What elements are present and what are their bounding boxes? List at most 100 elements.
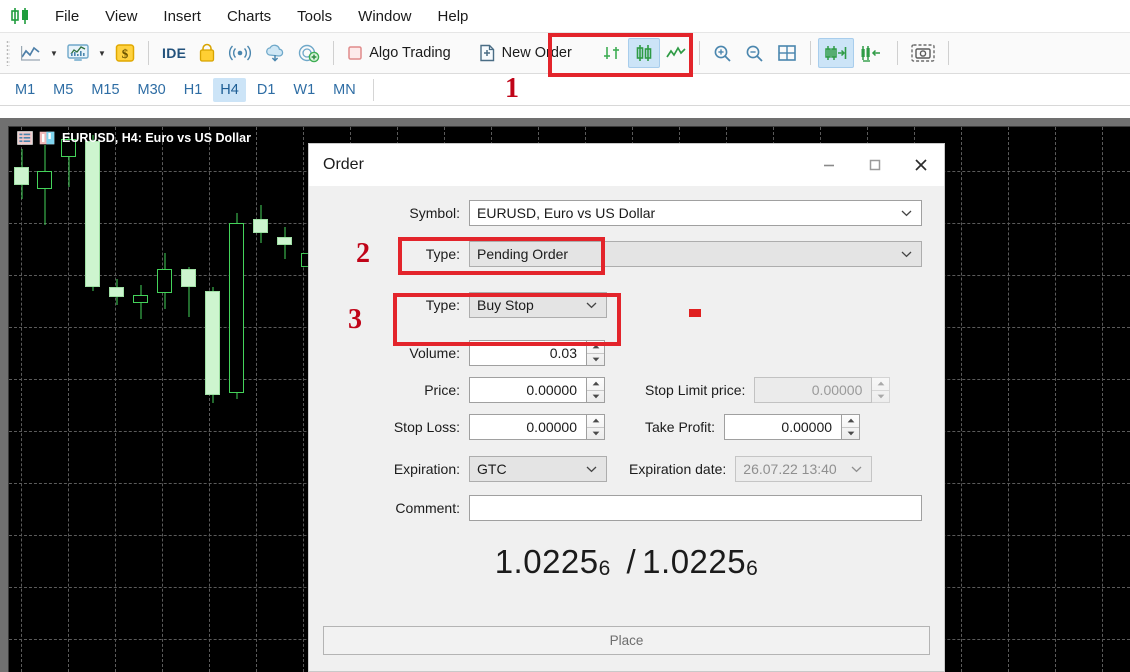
dollar-icon[interactable]: $ (109, 38, 141, 68)
toolbar-separator-1 (148, 41, 149, 65)
chart-monitor-icon[interactable] (61, 38, 95, 68)
place-button[interactable]: Place (323, 626, 930, 655)
maximize-button[interactable] (852, 144, 898, 186)
comment-input[interactable] (469, 495, 922, 521)
stop-loss-step-down[interactable] (587, 428, 604, 440)
take-profit-stepper[interactable] (842, 414, 861, 440)
volume-step-up[interactable] (587, 341, 604, 354)
candle-body (229, 223, 244, 393)
order-dialog[interactable]: Order Symbol: EURUSD, Euro vs US Dollar (308, 143, 945, 672)
screenshot-icon[interactable] (905, 38, 941, 68)
timeframe-w1[interactable]: W1 (286, 78, 322, 102)
take-profit-input[interactable]: 0.00000 (724, 414, 843, 440)
cloud-download-icon[interactable] (258, 38, 292, 68)
timeframe-mn[interactable]: MN (326, 78, 363, 102)
timeframe-m5[interactable]: M5 (46, 78, 80, 102)
chart-tab-title: EURUSD, H4: Euro vs US Dollar (62, 131, 251, 145)
bid-price: 1.0225 (494, 543, 599, 580)
chart-tab[interactable]: EURUSD, H4: Euro vs US Dollar (9, 127, 259, 149)
stop-loss-input[interactable]: 0.00000 (469, 414, 587, 440)
menu-help[interactable]: Help (425, 5, 482, 28)
bid-price-last-digit: 6 (598, 557, 611, 580)
shift-end-icon[interactable] (817, 38, 854, 68)
price-stepper[interactable] (587, 377, 605, 403)
chevron-down-icon-type-main (898, 250, 914, 258)
zoom-out-icon[interactable] (739, 38, 771, 68)
toolbar-grip[interactable] (6, 40, 10, 66)
stop-limit-step-up[interactable] (872, 378, 890, 391)
candlestick (14, 149, 29, 199)
symbol-select[interactable]: EURUSD, Euro vs US Dollar (469, 200, 922, 226)
volume-step-down[interactable] (587, 354, 604, 366)
menu-tools[interactable]: Tools (284, 5, 345, 28)
expiration-date-input[interactable]: 26.07.22 13:40 (735, 456, 873, 482)
price-step-down[interactable] (587, 391, 604, 403)
timeframe-m1[interactable]: M1 (8, 78, 42, 102)
timeframe-m15[interactable]: M15 (84, 78, 126, 102)
volume-stepper[interactable] (587, 340, 605, 366)
timeframe-d1[interactable]: D1 (250, 78, 283, 102)
candlestick (253, 205, 268, 243)
vps-add-icon[interactable] (292, 38, 326, 68)
new-order-button[interactable]: New Order (473, 38, 584, 68)
candle-body (205, 291, 220, 395)
candlestick (229, 213, 244, 399)
timeframe-h4[interactable]: H4 (213, 77, 246, 102)
candlestick-icon[interactable] (627, 38, 660, 68)
grid-line-vertical (162, 127, 163, 672)
menu-file[interactable]: File (42, 5, 92, 28)
crosshair-icon[interactable] (596, 38, 628, 68)
volume-value: 0.03 (549, 345, 577, 361)
take-profit-step-up[interactable] (842, 415, 860, 428)
grid-line-vertical (68, 127, 69, 672)
zoom-in-icon[interactable] (707, 38, 739, 68)
line-mode-icon[interactable] (660, 38, 692, 68)
data-window-icon (17, 131, 33, 145)
toolbar-separator-3 (698, 41, 700, 65)
timeframe-h1[interactable]: H1 (177, 78, 210, 102)
chevron-down-icon-expiration-date (848, 465, 864, 473)
symbol-value: EURUSD, Euro vs US Dollar (477, 205, 656, 221)
type-sub-select[interactable]: Buy Stop (469, 292, 607, 318)
type-sub-row: Type: Buy Stop (329, 292, 924, 318)
chevron-down-icon-chart-type[interactable]: ▼ (47, 49, 61, 58)
minimize-button[interactable] (806, 144, 852, 186)
stop-limit-price-input[interactable]: 0.00000 (754, 377, 873, 403)
candlestick (157, 253, 172, 309)
menu-window[interactable]: Window (345, 5, 424, 28)
menu-insert[interactable]: Insert (150, 5, 214, 28)
menu-charts[interactable]: Charts (214, 5, 284, 28)
price-input[interactable]: 0.00000 (469, 377, 587, 403)
type-main-label: Type: (425, 246, 460, 262)
annotation-number-2: 2 (356, 238, 370, 269)
menu-view[interactable]: View (92, 5, 150, 28)
volume-input[interactable]: 0.03 (469, 340, 587, 366)
type-main-row: Type: Pending Order (329, 241, 924, 267)
dialog-title-bar[interactable]: Order (309, 144, 944, 186)
close-button[interactable] (898, 144, 944, 186)
market-bag-icon[interactable] (192, 38, 222, 68)
stop-loss-step-up[interactable] (587, 415, 604, 428)
stop-limit-step-down[interactable] (872, 391, 889, 403)
candlestick (181, 267, 196, 317)
candle-body (181, 269, 196, 287)
price-step-up[interactable] (587, 378, 604, 391)
tile-windows-icon[interactable] (771, 38, 803, 68)
expiration-label: Expiration: (393, 461, 460, 477)
algo-trading-button[interactable]: Algo Trading (341, 38, 462, 68)
candle-body (253, 219, 268, 233)
stop-limit-price-stepper[interactable] (872, 377, 891, 403)
auto-scroll-icon[interactable] (854, 38, 890, 68)
take-profit-step-down[interactable] (842, 428, 859, 440)
volume-label: Volume: (409, 345, 460, 361)
chevron-down-icon-template[interactable]: ▼ (95, 49, 109, 58)
type-main-select[interactable]: Pending Order (469, 241, 922, 267)
expiration-select[interactable]: GTC (469, 456, 607, 482)
stop-loss-value: 0.00000 (526, 419, 577, 435)
stop-loss-stepper[interactable] (587, 414, 605, 440)
signals-icon[interactable] (222, 38, 258, 68)
ide-button[interactable]: IDE (156, 38, 192, 68)
candle-body (37, 171, 52, 189)
line-chart-icon[interactable] (15, 38, 47, 68)
timeframe-m30[interactable]: M30 (131, 78, 173, 102)
